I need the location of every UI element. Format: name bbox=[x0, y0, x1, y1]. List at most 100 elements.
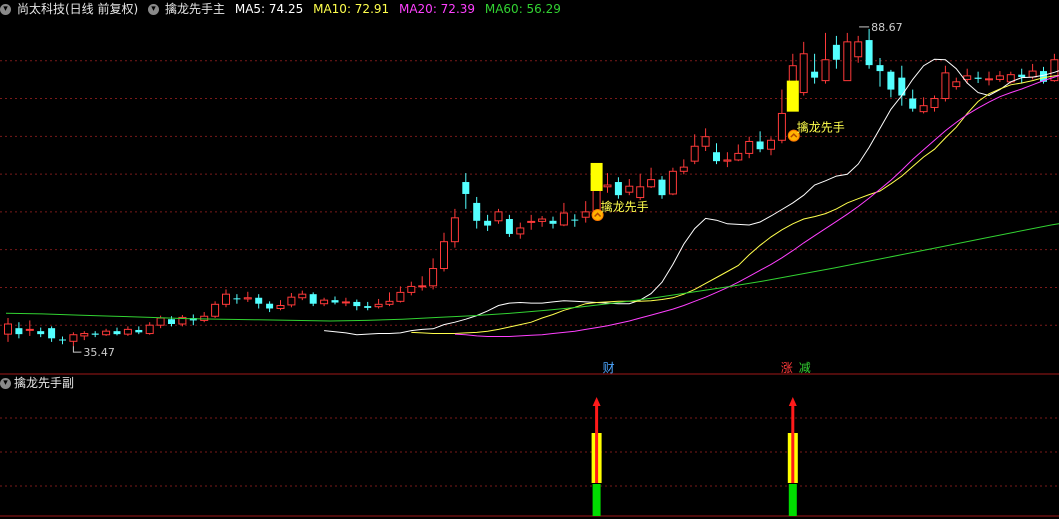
candle-down bbox=[353, 301, 361, 307]
sub-green-bar bbox=[788, 484, 797, 516]
candle-down bbox=[614, 182, 622, 196]
candle-up bbox=[701, 136, 710, 147]
candle-up bbox=[952, 81, 961, 88]
candle-down bbox=[168, 319, 175, 324]
candle-up bbox=[799, 53, 808, 94]
candle-up bbox=[985, 78, 993, 81]
candle-down bbox=[331, 300, 339, 303]
candle-up bbox=[777, 112, 786, 141]
candle-up bbox=[69, 334, 78, 342]
candle-down bbox=[658, 179, 666, 196]
candle-down bbox=[909, 98, 917, 109]
candle-up bbox=[843, 41, 852, 82]
candle-up bbox=[636, 186, 645, 199]
candle-up bbox=[625, 185, 634, 193]
candle-up bbox=[963, 75, 972, 80]
ma60-line bbox=[5, 223, 1059, 322]
candle-up bbox=[407, 285, 416, 293]
candle-up bbox=[418, 285, 427, 288]
candle-down bbox=[887, 71, 895, 90]
candle-up bbox=[930, 98, 939, 108]
candle-up bbox=[222, 293, 230, 305]
candle-down bbox=[811, 71, 819, 78]
candle-up bbox=[102, 330, 111, 336]
candle-up bbox=[1028, 70, 1037, 78]
candle-up bbox=[385, 300, 394, 305]
candle-down bbox=[266, 303, 274, 309]
candle-down bbox=[571, 219, 579, 221]
signal-label: 擒龙先手 bbox=[797, 120, 845, 135]
candle-up bbox=[298, 293, 307, 299]
ma5-line bbox=[324, 58, 1059, 336]
candle-up bbox=[767, 139, 775, 150]
high-price-label: 88.67 bbox=[871, 21, 903, 34]
candle-down bbox=[59, 339, 66, 341]
candle-up bbox=[341, 301, 350, 304]
candle-up bbox=[396, 291, 405, 302]
candle-up bbox=[723, 159, 732, 162]
candle-up bbox=[200, 315, 209, 321]
candle-up bbox=[679, 166, 688, 172]
sub-arrow-icon bbox=[592, 397, 601, 406]
candle-down bbox=[135, 329, 143, 333]
candle-up bbox=[494, 211, 503, 222]
sub-tag: 减 bbox=[799, 361, 811, 375]
candle-up bbox=[211, 303, 220, 317]
candle-up bbox=[276, 305, 285, 309]
candle-up bbox=[647, 179, 656, 188]
ma10-line bbox=[411, 74, 1059, 334]
ma20-line bbox=[454, 75, 1059, 337]
candle-down bbox=[756, 141, 764, 150]
candle-down bbox=[549, 220, 557, 224]
candle-down bbox=[974, 77, 982, 79]
candle-up bbox=[450, 217, 459, 243]
candle-up bbox=[538, 218, 547, 222]
candle-up bbox=[559, 212, 568, 226]
candle-down bbox=[865, 40, 873, 66]
candle-down bbox=[48, 328, 56, 339]
candle-down bbox=[364, 306, 372, 308]
candle-down bbox=[15, 328, 23, 335]
candle-up bbox=[4, 323, 12, 335]
candle-down bbox=[91, 333, 99, 335]
candle-up bbox=[145, 324, 154, 335]
candle-up bbox=[581, 211, 590, 218]
candle-up bbox=[821, 59, 830, 82]
signal-bar bbox=[786, 80, 799, 112]
low-price-label: 35.47 bbox=[83, 346, 115, 359]
candle-down bbox=[713, 152, 720, 162]
signal-bar bbox=[590, 162, 603, 191]
sub-tag: 涨 bbox=[781, 360, 793, 375]
candle-up bbox=[156, 317, 165, 326]
sub-red-bar bbox=[791, 404, 795, 483]
candle-up bbox=[854, 41, 863, 58]
kline-chart[interactable]: 擒龙先手擒龙先手88.6735.47财涨减 bbox=[0, 0, 1059, 519]
sub-tag: 财 bbox=[603, 361, 615, 375]
candle-up bbox=[516, 227, 525, 235]
candle-up bbox=[287, 296, 296, 306]
candle-down bbox=[876, 65, 884, 72]
candle-down bbox=[37, 331, 45, 335]
signal-label: 擒龙先手 bbox=[601, 199, 649, 214]
candle-down bbox=[898, 77, 906, 96]
candle-down bbox=[505, 219, 513, 234]
candle-up bbox=[745, 140, 754, 154]
sub-green-bar bbox=[592, 484, 601, 516]
candle-down bbox=[484, 220, 492, 226]
candle-up bbox=[320, 299, 329, 305]
candle-up bbox=[668, 170, 677, 195]
candle-up bbox=[734, 152, 743, 161]
candle-up bbox=[690, 145, 699, 162]
candle-up bbox=[995, 75, 1004, 80]
low-pointer bbox=[72, 346, 82, 353]
candle-up bbox=[603, 184, 612, 188]
sub-arrow-icon bbox=[788, 397, 797, 406]
candle-up bbox=[243, 297, 252, 300]
candle-down bbox=[233, 298, 241, 300]
candle-up bbox=[374, 303, 383, 308]
candle-down bbox=[255, 297, 263, 304]
candle-down bbox=[309, 294, 317, 304]
candle-down bbox=[462, 182, 470, 194]
candle-up bbox=[80, 333, 89, 337]
candle-up bbox=[25, 328, 34, 331]
